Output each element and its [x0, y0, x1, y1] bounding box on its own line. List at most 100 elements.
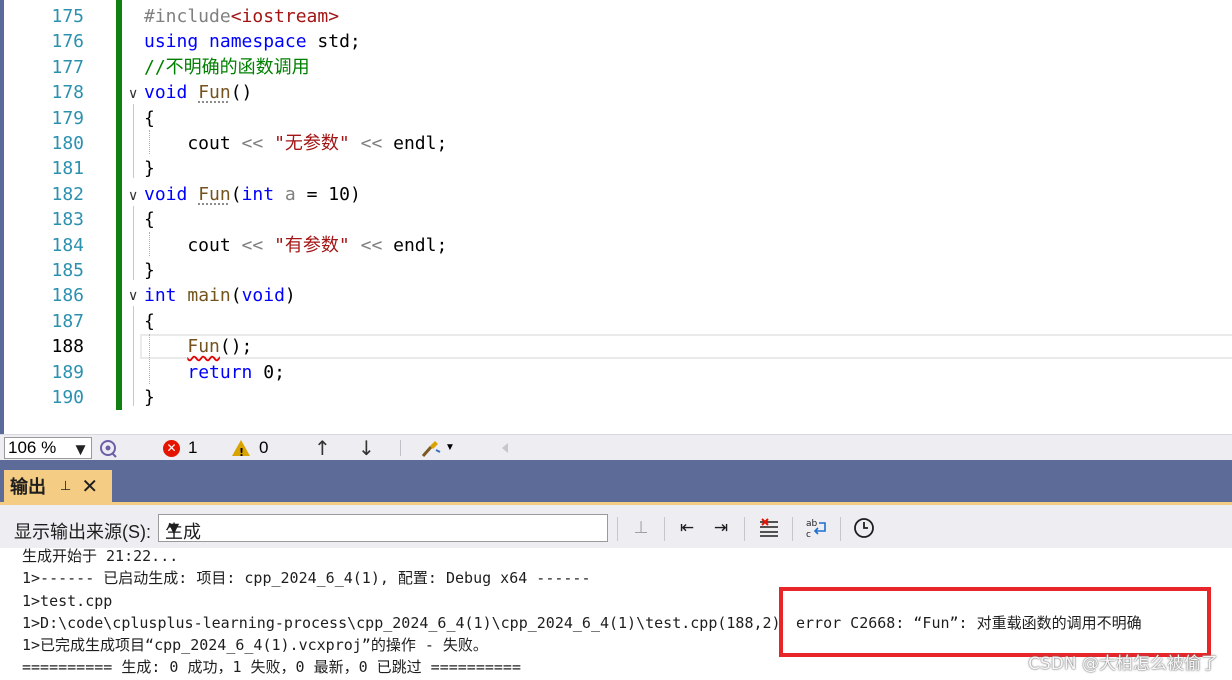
warning-icon [232, 440, 250, 464]
code-line: cout << "有参数" << endl; [144, 234, 447, 258]
line-number: 179 [51, 108, 84, 129]
find-message-icon[interactable]: ⊥ [628, 516, 654, 540]
arrow-up-icon[interactable]: ↑ [314, 437, 331, 459]
code-line: } [144, 386, 155, 410]
code-token: main [187, 285, 231, 306]
error-highlight-box [779, 587, 1211, 657]
code-token: { [144, 209, 155, 230]
svg-text:c: c [806, 530, 811, 539]
code-line: } [144, 157, 155, 181]
code-line: cout << "无参数" << endl; [144, 132, 447, 156]
code-line: { [144, 107, 155, 131]
output-line: 生成开始于 21:22... [22, 547, 179, 565]
code-token: } [144, 260, 155, 281]
scroll-left-icon[interactable] [500, 437, 510, 459]
error-icon: ✕ [163, 439, 180, 457]
code-token: ) [284, 285, 296, 306]
code-token: Fun [198, 82, 231, 103]
code-line: return 0; [144, 361, 285, 385]
line-number: 187 [51, 311, 84, 332]
clock-icon[interactable] [851, 516, 877, 540]
glyph-margin[interactable] [4, 0, 32, 434]
code-token: int [144, 285, 177, 306]
code-token: using [144, 31, 199, 52]
code-token: cout [144, 235, 242, 256]
code-token: "有参数" [274, 235, 350, 256]
line-number: 181 [51, 158, 84, 179]
toolbar-separator [617, 517, 618, 541]
line-number: 186 [51, 285, 84, 306]
toolbar-separator [664, 517, 665, 541]
code-token: return [187, 362, 253, 383]
code-editor[interactable]: 175 176 177 178 179 180 181 182 183 184 185 186 187 1… [0, 0, 1232, 434]
output-source-label: 显示输出来源(S): [14, 522, 151, 542]
clear-all-icon[interactable] [756, 516, 782, 540]
chevron-down-icon: ▼ [165, 518, 183, 538]
code-token: void [144, 184, 188, 205]
output-panel-header: 输出 ⊥ ✕ [0, 460, 1232, 502]
line-number: 182 [51, 184, 84, 205]
status-separator [400, 440, 401, 456]
code-text-area[interactable]: #include<iostream> using namespace std; //… [126, 0, 1232, 434]
code-token: Fun [198, 184, 231, 205]
error-count-button[interactable]: ✕ 1 [163, 437, 197, 459]
line-number-gutter: 175 176 177 178 179 180 181 182 183 184 185 186 187 1… [32, 0, 88, 434]
output-source-select[interactable]: 生成 ▼ [158, 514, 608, 542]
code-token: << [360, 235, 383, 256]
zoom-dropdown[interactable]: 106 % ▼ [4, 437, 92, 459]
code-token: endl; [382, 235, 448, 256]
previous-message-icon[interactable]: ⇤ [674, 516, 700, 540]
line-number: 189 [51, 362, 84, 383]
output-line: 1>D:\code\cplusplus-learning-process\cpp… [22, 614, 781, 632]
code-token: a [284, 184, 296, 205]
warning-count-button[interactable]: 0 [232, 437, 269, 464]
change-tracking-bar [116, 0, 122, 410]
code-token: <iostream> [230, 6, 340, 27]
code-token: { [144, 311, 155, 332]
line-number: 184 [51, 235, 84, 256]
watermark: CSDN @大柏怎么被偷了 [1028, 654, 1218, 674]
code-token: Fun [187, 336, 220, 357]
warning-count: 0 [259, 438, 269, 457]
code-token: std; [306, 31, 361, 52]
line-number: 190 [51, 387, 84, 408]
line-number: 178 [51, 82, 84, 103]
code-token: () [230, 82, 253, 103]
output-line: 1>已完成生成项目“cpp_2024_6_4(1).vcxproj”的操作 - … [22, 636, 488, 654]
code-token: int [241, 184, 275, 205]
line-number: 175 [51, 6, 84, 27]
code-token: void [144, 82, 188, 103]
code-line: { [144, 208, 155, 232]
output-line: 1>------ 已启动生成: 项目: cpp_2024_6_4(1), 配置:… [22, 569, 591, 587]
code-token: ( [230, 285, 242, 306]
editor-status-bar: 106 % ▼ ✕ 1 0 ↑ ↓ ▼ [0, 434, 1232, 464]
code-line: void Fun() [144, 81, 252, 105]
arrow-down-icon[interactable]: ↓ [358, 437, 375, 459]
code-token: ( [230, 184, 242, 205]
code-token: << [241, 235, 264, 256]
toolbar-separator [744, 517, 745, 541]
code-token: (); [219, 336, 253, 357]
chevron-down-icon: ▼ [445, 442, 455, 453]
code-line: } [144, 259, 155, 283]
close-icon[interactable]: ✕ [81, 476, 98, 496]
next-message-icon[interactable]: ⇥ [708, 516, 734, 540]
toolbar-separator [840, 517, 841, 541]
output-tab[interactable]: 输出 ⊥ ✕ [4, 470, 112, 502]
output-line: 1>test.cpp [22, 592, 113, 610]
code-line: #include<iostream> [144, 5, 339, 29]
code-line: { [144, 310, 155, 334]
pin-icon[interactable]: ⊥ [60, 479, 71, 494]
code-cleanup-button[interactable]: ▼ [420, 437, 455, 459]
intellicode-icon[interactable] [98, 437, 118, 459]
code-token: } [144, 387, 155, 408]
code-line: using namespace std; [144, 30, 361, 54]
word-wrap-icon[interactable]: ab c [804, 516, 830, 540]
code-token: //不明确的函数调用 [144, 57, 310, 78]
code-token: << [360, 133, 383, 154]
